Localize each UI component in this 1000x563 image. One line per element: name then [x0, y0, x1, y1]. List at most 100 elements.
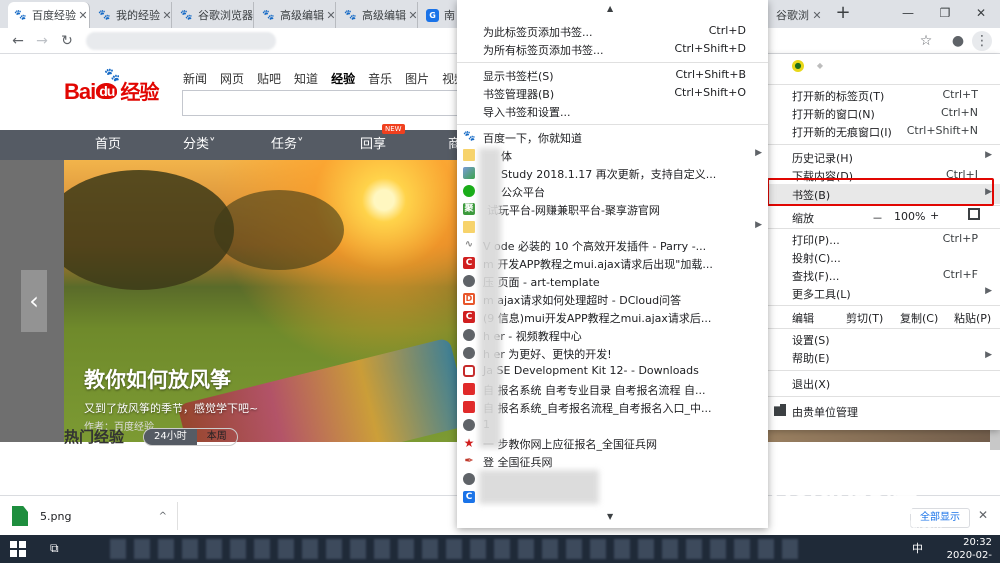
bookmark-item[interactable]: 公众平台 — [457, 182, 768, 200]
extension-icon[interactable]: ● — [792, 60, 804, 72]
app-icon[interactable] — [758, 539, 774, 559]
scrollbar-thumb[interactable] — [990, 430, 1000, 450]
app-icon[interactable] — [278, 539, 294, 559]
banner-title[interactable]: 教你如何放风筝 — [84, 364, 231, 394]
bookmark-item[interactable]: h er - 视频教程中心 — [457, 326, 768, 344]
bookmark-item[interactable]: Cm 开发APP教程之mui.ajax请求后出现"加载... — [457, 254, 768, 272]
tab-1[interactable]: 🐾 我的经验 ✕ — [92, 2, 172, 28]
nav-home[interactable]: 首页 — [95, 130, 121, 160]
close-icon[interactable]: ✕ — [324, 8, 335, 22]
cut-button[interactable]: 剪切(T) — [846, 310, 883, 326]
zoom-out-button[interactable]: － — [872, 210, 883, 226]
nav-share[interactable]: 回享 — [360, 130, 386, 160]
bookmark-item[interactable]: ★ 一 步教你网上应征报名_全国征兵网 — [457, 434, 768, 452]
bookmark-item[interactable]: ∿ V ode 必装的 10 个高效开发插件 - Parry -... — [457, 236, 768, 254]
bookmark-item[interactable]: ✒ 登 全国征兵网 — [457, 452, 768, 470]
download-item[interactable]: 5.png ^ — [12, 502, 178, 530]
nav-task[interactable]: 任务˅ — [271, 130, 304, 160]
tab-4[interactable]: 🐾 高级编辑 ✕ — [338, 2, 418, 28]
app-icon[interactable] — [782, 539, 798, 559]
menu-cast[interactable]: 投射(C)... — [768, 248, 1000, 266]
app-icon[interactable] — [254, 539, 270, 559]
app-icon[interactable] — [206, 539, 222, 559]
minimize-button[interactable]: — — [893, 3, 923, 23]
app-icon[interactable] — [662, 539, 678, 559]
tab-5[interactable]: G 南 — [420, 2, 460, 28]
bookmark-folder[interactable]: 体 ▶ — [457, 146, 768, 164]
nav-link[interactable]: 新闻 — [183, 70, 207, 87]
close-icon[interactable]: ✕ — [160, 8, 171, 22]
app-icon[interactable] — [134, 539, 150, 559]
app-icon[interactable] — [686, 539, 702, 559]
menu-history[interactable]: 历史记录(H) ▶ — [768, 148, 1000, 166]
search-input[interactable] — [182, 90, 462, 116]
paste-button[interactable]: 粘贴(P) — [954, 310, 991, 326]
app-icon[interactable] — [710, 539, 726, 559]
chevron-up-icon[interactable]: ^ — [159, 511, 167, 522]
scroll-up-icon[interactable]: ▲ — [607, 4, 613, 13]
tab-week[interactable]: 本周 — [197, 429, 237, 445]
close-icon[interactable]: ✕ — [406, 8, 417, 22]
app-icon[interactable] — [422, 539, 438, 559]
bookmark-item[interactable]: 1 — [457, 416, 768, 434]
windows-start-icon[interactable] — [10, 541, 26, 557]
bookmark-item[interactable]: Study 2018.1.17 再次更新，支持自定义... — [457, 164, 768, 182]
nav-category[interactable]: 分类˅ — [183, 130, 216, 160]
bookmark-manager[interactable]: 书签管理器(B) Ctrl+Shift+O — [457, 84, 768, 102]
nav-link[interactable]: 知道 — [294, 70, 318, 87]
close-download-bar-icon[interactable]: ✕ — [978, 508, 988, 522]
managed-by-org[interactable]: 由贵单位管理 — [768, 402, 1000, 420]
carousel-prev-icon[interactable]: ‹ — [21, 270, 47, 332]
menu-exit[interactable]: 退出(X) — [768, 374, 1000, 392]
app-icon[interactable] — [374, 539, 390, 559]
copy-button[interactable]: 复制(C) — [900, 310, 938, 326]
nav-link[interactable]: 网页 — [220, 70, 244, 87]
nav-link[interactable]: 图片 — [405, 70, 429, 87]
scroll-down-icon[interactable]: ▼ — [607, 512, 613, 521]
app-icon[interactable] — [326, 539, 342, 559]
chrome-menu-button[interactable]: ⋮ — [972, 31, 992, 51]
app-icon[interactable] — [494, 539, 510, 559]
close-icon[interactable]: ✕ — [810, 8, 824, 22]
app-icon[interactable] — [350, 539, 366, 559]
tab-24h[interactable]: 24小时 — [144, 429, 197, 445]
clock[interactable]: 20:32 2020-02-17 — [936, 536, 992, 563]
bookmark-item[interactable]: 自 报名系统 自考专业目录 自考报名流程 自... — [457, 380, 768, 398]
app-icon[interactable] — [590, 539, 606, 559]
task-view-icon[interactable]: ⧉ — [50, 541, 59, 556]
app-icon[interactable] — [614, 539, 630, 559]
menu-print[interactable]: 打印(P)... Ctrl+P — [768, 230, 1000, 248]
address-bar[interactable] — [86, 32, 276, 50]
tab-2[interactable]: 🐾 谷歌浏览器 ✕ — [174, 2, 254, 28]
bookmark-item[interactable]: Ja SE Development Kit 12- - Downloads — [457, 362, 768, 380]
app-icon[interactable] — [638, 539, 654, 559]
restore-button[interactable]: ❐ — [930, 3, 960, 23]
tab-3[interactable]: 🐾 高级编辑 ✕ — [256, 2, 336, 28]
bookmark-item[interactable]: 🐾 百度一下，你就知道 — [457, 128, 768, 146]
profile-icon[interactable]: ● — [948, 31, 968, 51]
nav-link[interactable]: 贴吧 — [257, 70, 281, 87]
bookmark-star-icon[interactable]: ☆ — [916, 31, 936, 51]
app-icon[interactable] — [110, 539, 126, 559]
bookmark-item[interactable]: C (9 信息)mui开发APP教程之mui.ajax请求后... — [457, 308, 768, 326]
app-icon[interactable] — [518, 539, 534, 559]
tab-0[interactable]: 🐾 百度经验 ✕ — [8, 2, 90, 28]
bookmark-item[interactable]: h er 为更好、更快的开发! — [457, 344, 768, 362]
bookmark-item[interactable]: 自 报名系统_自考报名流程_自考报名入口_中... — [457, 398, 768, 416]
fullscreen-icon[interactable] — [968, 208, 980, 220]
banner-image[interactable]: 教你如何放风筝 又到了放风筝的季节，感觉学下吧~ 作者：百度经验 — [64, 160, 458, 442]
show-bookmarks-bar[interactable]: 显示书签栏(S) Ctrl+Shift+B — [457, 66, 768, 84]
zoom-in-button[interactable]: + — [930, 209, 939, 222]
nav-link[interactable]: 音乐 — [368, 70, 392, 87]
new-tab-button[interactable]: + — [833, 4, 853, 24]
menu-settings[interactable]: 设置(S) — [768, 330, 1000, 348]
menu-new-tab[interactable]: 打开新的标签页(T) Ctrl+T — [768, 86, 1000, 104]
bookmark-this-tab[interactable]: 为此标签页添加书签... Ctrl+D — [457, 22, 768, 40]
back-button[interactable]: ← — [8, 31, 28, 51]
app-icon[interactable] — [182, 539, 198, 559]
app-icon[interactable] — [734, 539, 750, 559]
app-icon[interactable] — [542, 539, 558, 559]
app-icon[interactable] — [158, 539, 174, 559]
ime-indicator[interactable]: 中 — [912, 540, 923, 556]
tag-icon[interactable]: ◆ — [814, 60, 826, 72]
